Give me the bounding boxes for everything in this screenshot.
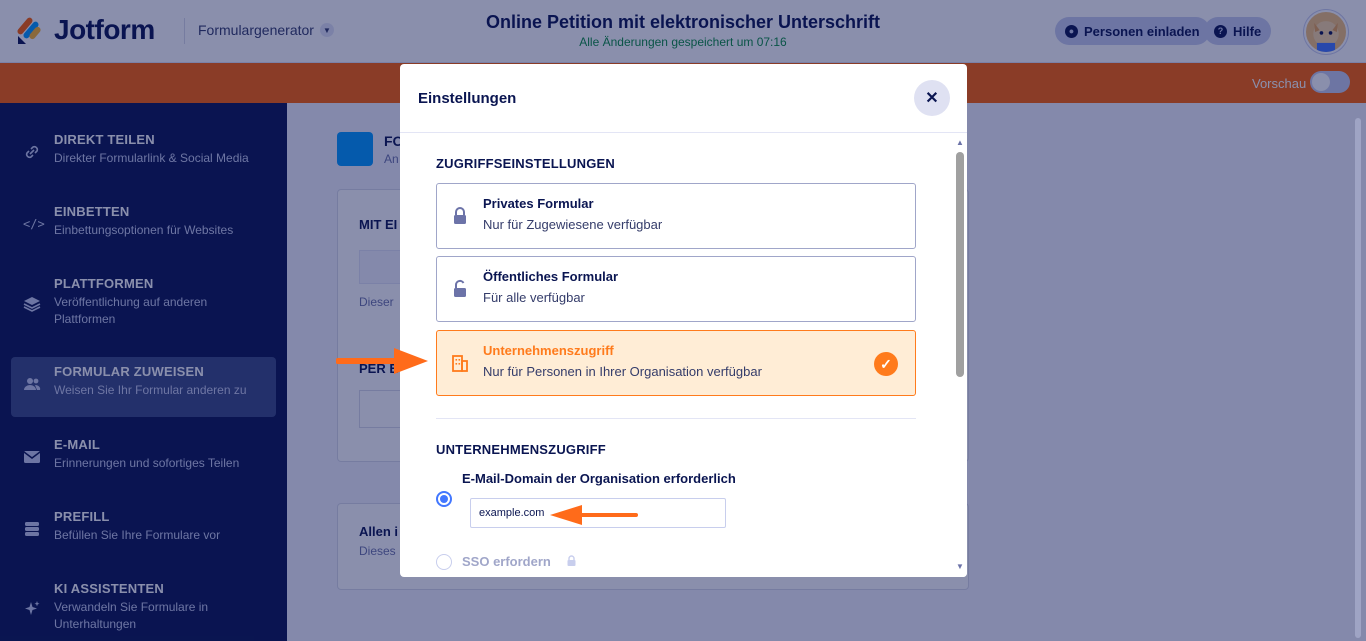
lock-icon (567, 555, 576, 566)
option-subtitle: Nur für Personen in Ihrer Organisation v… (483, 364, 762, 379)
option-title: Öffentliches Formular (483, 269, 619, 284)
settings-modal: Einstellungen ✕ ZUGRIFFSEINSTELLUNGEN Pr… (400, 64, 967, 577)
option-title: Privates Formular (483, 196, 594, 211)
modal-body: ZUGRIFFSEINSTELLUNGEN Privates Formular … (400, 134, 952, 577)
radio-sso[interactable] (436, 554, 452, 570)
option-company-access[interactable]: Unternehmenszugriff Nur für Personen in … (436, 330, 916, 396)
checkmark-icon: ✓ (874, 352, 898, 376)
section-divider (436, 418, 916, 419)
radio-email-domain[interactable] (436, 491, 452, 507)
company-access-heading: UNTERNEHMENSZUGRIFF (436, 442, 606, 457)
option-private-form[interactable]: Privates Formular Nur für Zugewiesene ve… (436, 183, 916, 249)
annotation-arrow-icon (550, 505, 638, 525)
modal-title: Einstellungen (418, 90, 517, 107)
unlock-icon (454, 279, 466, 297)
radio-domain-label: E-Mail-Domain der Organisation erforderl… (462, 471, 736, 486)
access-settings-heading: ZUGRIFFSEINSTELLUNGEN (436, 156, 615, 171)
close-button[interactable]: ✕ (914, 80, 950, 116)
modal-scroll-thumb[interactable] (956, 152, 964, 377)
option-public-form[interactable]: Öffentliches Formular Für alle verfügbar (436, 256, 916, 322)
option-subtitle: Nur für Zugewiesene verfügbar (483, 217, 663, 232)
option-title: Unternehmenszugriff (483, 343, 614, 358)
option-subtitle: Für alle verfügbar (483, 290, 585, 305)
scroll-down-icon[interactable]: ▼ (956, 562, 964, 571)
scroll-up-icon[interactable]: ▲ (956, 138, 964, 147)
annotation-arrow-icon (336, 348, 428, 374)
page-scrollbar[interactable] (1355, 118, 1361, 638)
lock-icon (454, 207, 466, 224)
modal-header: Einstellungen ✕ (400, 64, 967, 133)
radio-sso-label: SSO erfordern (462, 554, 551, 569)
close-icon: ✕ (925, 90, 939, 107)
building-icon (452, 355, 468, 372)
